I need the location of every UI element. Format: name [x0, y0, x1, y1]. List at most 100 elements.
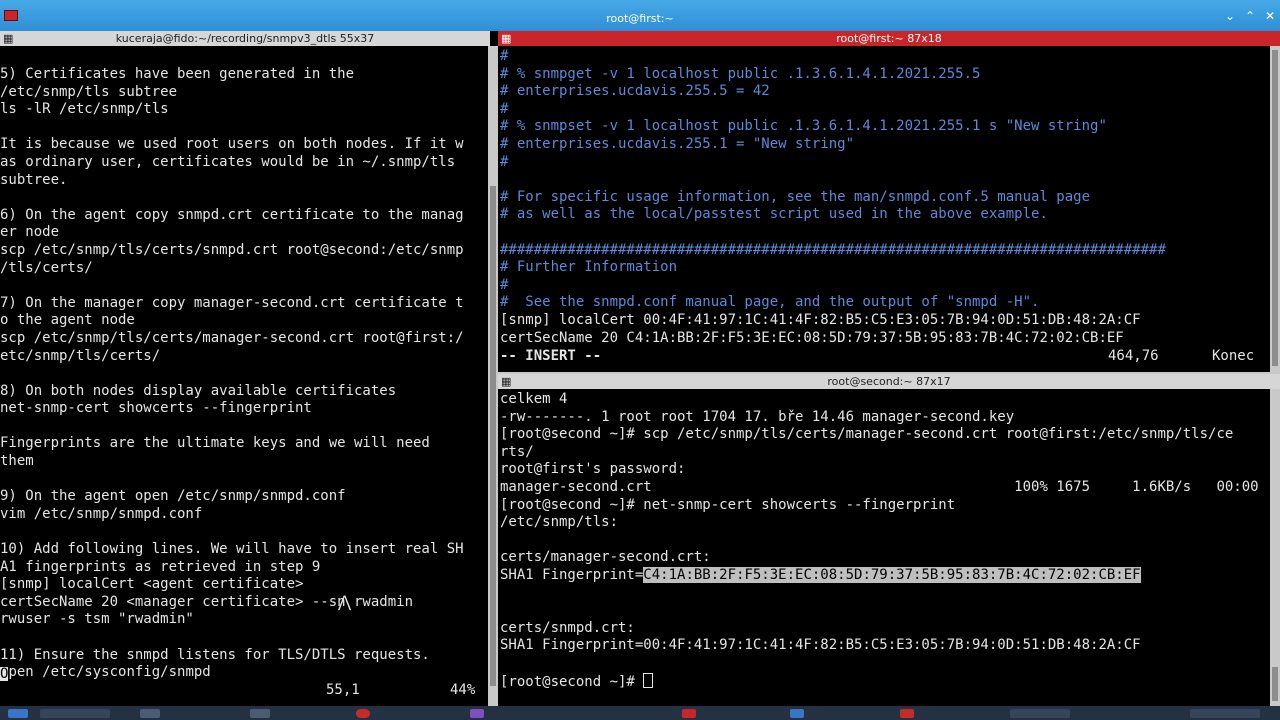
start-menu-icon[interactable] [8, 709, 28, 718]
left-pane-header[interactable]: ▦ kuceraja@fido:~/recording/snmpv3_dtls … [0, 31, 490, 46]
terminal-line: Fingerprints are the ultimate keys and w… [0, 435, 430, 452]
config-comment-line: ########################################… [500, 241, 1166, 258]
terminal-line: 6) On the agent copy snmpd.crt certifica… [0, 206, 464, 223]
top-right-terminal-pane[interactable]: # # % snmpget -v 1 localhost public .1.3.… [500, 48, 1270, 368]
window-titlebar: root@first:~ ⌄ ⌃ ✕ [0, 0, 1280, 31]
taskbar-app[interactable] [250, 709, 270, 718]
terminal-line: celkem 4 [500, 391, 568, 407]
shell-prompt: [root@second ~]# [500, 673, 644, 690]
terminal-line: 7) On the manager copy manager-second.cr… [0, 294, 464, 311]
config-comment-line: # For specific usage information, see th… [500, 188, 1091, 205]
left-scroll-thumb[interactable] [490, 186, 496, 686]
terminal-line: -rw-------. 1 root root 1704 17. bře 14.… [500, 408, 1015, 425]
chevron-down-icon[interactable]: ⌄ [1223, 9, 1237, 23]
selected-fingerprint[interactable]: C4:1A:BB:2F:F5:3E:EC:08:5D:79:37:5B:95:8… [643, 566, 1141, 583]
terminal-line: scp /etc/snmp/tls/certs/manager-second.c… [0, 329, 464, 346]
bottom-right-terminal-pane[interactable]: celkem 4 -rw-------. 1 root root 1704 17.… [500, 391, 1270, 705]
terminal-line: /tls/certs/ [0, 259, 93, 276]
terminal-line: Open /etc/sysconfig/snmpd [0, 664, 488, 682]
terminal-line: o the agent node [0, 312, 135, 329]
shell-prompt-line[interactable]: [root@second ~]# [500, 672, 1270, 691]
config-line: certSecName 20 C4:1A:BB:2F:F5:3E:EC:08:5… [500, 329, 1124, 346]
terminal-line: [root@second ~]# net-snmp-cert showcerts… [500, 496, 956, 513]
terminal-line: [root@second ~]# scp /etc/snmp/tls/certs… [500, 426, 1234, 443]
browser-icon[interactable] [356, 709, 370, 718]
taskbar-app[interactable] [790, 709, 804, 718]
config-comment-line: # [500, 276, 509, 293]
config-comment-line: # % snmpset -v 1 localhost public .1.3.6… [500, 118, 1107, 135]
config-line: [snmp] localCert 00:4F:41:97:1C:41:4F:82… [500, 311, 1141, 328]
window-title: root@first:~ [606, 12, 674, 25]
terminal-line: rts/ [500, 443, 534, 460]
bottom-right-scroll-thumb[interactable] [1272, 667, 1278, 701]
split-grid-icon[interactable]: ▦ [3, 31, 13, 46]
terminal-line: It is because we used root users on both… [0, 136, 464, 153]
terminal-line: SHA1 Fingerprint=00:4F:41:97:1C:41:4F:82… [500, 637, 1141, 654]
terminal-line: 10) Add following lines. We will have to… [0, 541, 464, 558]
bottom-right-pane-title: root@second:~ 87x17 [827, 375, 951, 388]
taskbar-app[interactable] [900, 709, 914, 718]
config-comment-line: # Further Information [500, 259, 678, 276]
terminal-cursor [643, 672, 654, 688]
top-right-scroll-thumb[interactable] [1272, 50, 1278, 366]
config-comment-line: # [500, 153, 509, 170]
terminal-line: rwuser -s tsm "rwadmin" [0, 611, 194, 628]
split-grid-icon[interactable]: ▦ [501, 374, 511, 389]
chevron-up-icon[interactable]: ⌃ [1243, 9, 1257, 23]
bottom-right-pane-header[interactable]: ▦ root@second:~ 87x17 [498, 374, 1280, 389]
close-icon[interactable]: ✕ [1263, 9, 1277, 23]
terminal-line: as ordinary user, certificates would be … [0, 153, 456, 170]
terminal-line: manager-second.crt 100% 1675 1.6KB/s 00:… [500, 478, 1259, 495]
config-comment-line: # [500, 48, 509, 64]
vim-mode-indicator: -- INSERT -- [500, 348, 602, 364]
config-comment-line: # [500, 100, 509, 117]
top-right-pane-header[interactable]: ▦ root@first:~ 87x18 [498, 31, 1280, 46]
terminal-line: A1 fingerprints as retrieved in step 9 [0, 558, 321, 575]
terminal-line: net-snmp-cert showcerts --fingerprint [0, 400, 312, 417]
left-scrollbar[interactable] [488, 46, 498, 706]
config-comment-line: # enterprises.ucdavis.255.1 = "New strin… [500, 135, 855, 152]
terminal-line: ls -lR /etc/snmp/tls [0, 101, 169, 118]
left-pane-title: kuceraja@fido:~/recording/snmpv3_dtls 55… [115, 32, 375, 45]
text-cursor-icon: ⋀ [338, 592, 352, 611]
taskbar-app[interactable] [40, 709, 110, 718]
terminal-line: root@first's password: [500, 461, 686, 478]
fingerprint-line: SHA1 Fingerprint=C4:1A:BB:2F:F5:3E:EC:08… [500, 566, 1270, 585]
top-right-scrollbar[interactable] [1270, 46, 1280, 372]
top-right-pane-title: root@first:~ 87x18 [836, 32, 942, 45]
left-status-percent: 44% [450, 682, 476, 698]
bottom-right-scrollbar[interactable] [1270, 389, 1280, 706]
taskbar-app[interactable] [140, 709, 160, 718]
vim-cursor-position: 464,76 [1108, 348, 1159, 364]
terminal-line: certs/snmpd.crt: [500, 619, 635, 636]
terminal-app-icon[interactable] [682, 709, 696, 718]
terminal-line: 8) On both nodes display available certi… [0, 382, 397, 399]
terminal-line: subtree. [0, 171, 68, 188]
fingerprint-label: SHA1 Fingerprint= [500, 566, 644, 583]
left-terminal-pane[interactable]: 5) Certificates have been generated in t… [0, 66, 488, 704]
terminal-line: 5) Certificates have been generated in t… [0, 66, 355, 82]
terminal-line: er node [0, 224, 60, 241]
terminal-line: scp /etc/snmp/tls/certs/snmpd.crt root@s… [0, 241, 464, 258]
config-comment-line: # See the snmpd.conf manual page, and th… [500, 294, 1040, 311]
taskbar[interactable] [0, 706, 1280, 720]
terminal-line: certs/manager-second.crt: [500, 549, 711, 566]
taskbar-app[interactable] [470, 709, 484, 718]
system-tray[interactable] [1010, 709, 1070, 718]
split-grid-icon[interactable]: ▦ [501, 31, 511, 46]
config-comment-line: # % snmpget -v 1 localhost public .1.3.6… [500, 65, 981, 82]
terminal-line: vim /etc/snmp/snmpd.conf [0, 505, 203, 522]
terminal-line: /etc/snmp/tls: [500, 514, 619, 531]
